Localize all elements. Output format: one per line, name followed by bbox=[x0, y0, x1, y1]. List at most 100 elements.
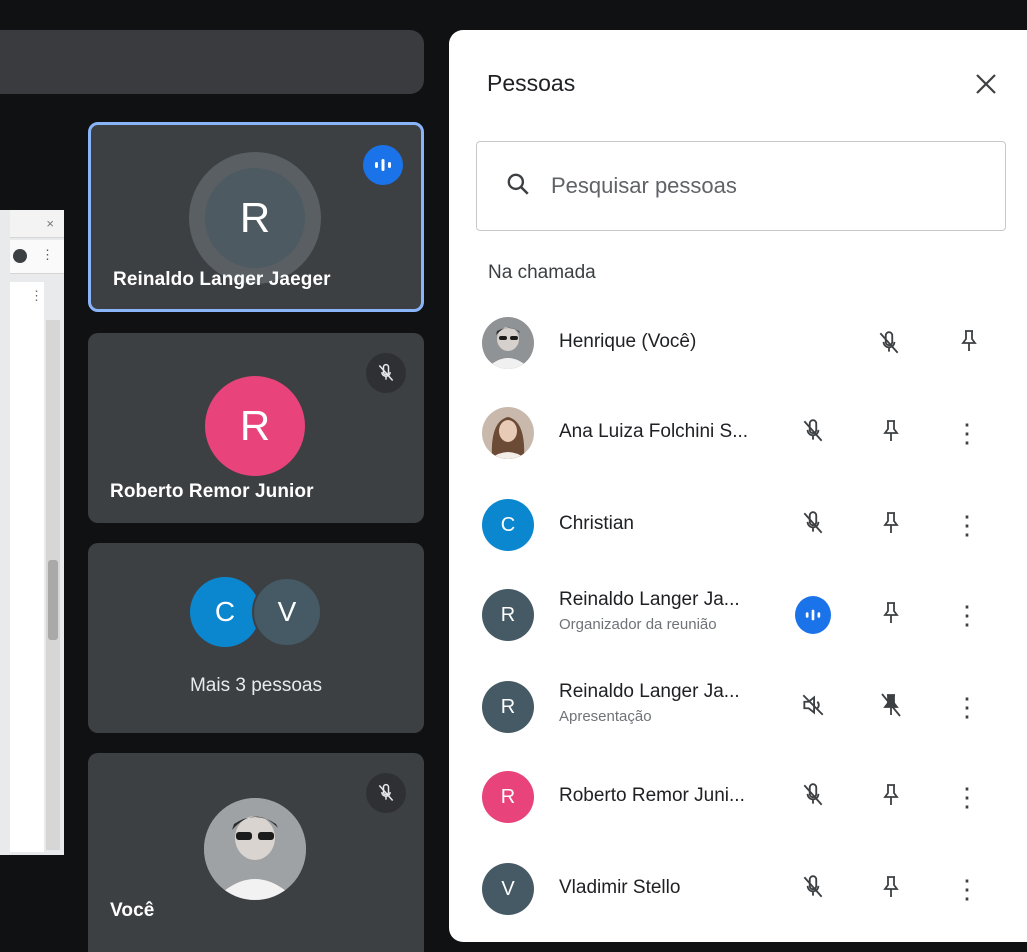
document-area bbox=[10, 282, 44, 852]
more-vert-icon: ⋮ bbox=[954, 782, 980, 812]
pin-icon bbox=[879, 600, 903, 631]
avatar-initial: C bbox=[500, 513, 516, 536]
avatar-initial: V bbox=[501, 877, 515, 900]
pin-off-icon bbox=[879, 692, 903, 723]
search-input[interactable] bbox=[551, 164, 971, 208]
more-participants-label: Mais 3 pessoas bbox=[189, 675, 322, 696]
self-tile[interactable]: Você bbox=[88, 753, 424, 952]
avatar: C bbox=[190, 577, 260, 647]
shared-screen-preview: × ⋮ ⋮ bbox=[0, 210, 64, 855]
avatar bbox=[482, 407, 534, 459]
pin-button[interactable] bbox=[873, 871, 909, 907]
pin-button[interactable] bbox=[873, 779, 909, 815]
participant-row[interactable]: Henrique (Você) bbox=[449, 298, 1027, 388]
participant-name: Vladimir Stello bbox=[559, 877, 681, 898]
participant-tile-reinaldo[interactable]: R Reinaldo Langer Jaeger bbox=[88, 122, 424, 312]
more-options-button[interactable]: ⋮ bbox=[949, 597, 985, 633]
avatar bbox=[482, 317, 534, 369]
participant-role: Organizador da reunião bbox=[559, 616, 717, 633]
participant-row[interactable]: Ana Luiza Folchini S... ⋮ bbox=[449, 388, 1027, 478]
more-vert-icon: ⋮ bbox=[954, 600, 980, 630]
pin-button[interactable] bbox=[873, 415, 909, 451]
participant-name: Roberto Remor Juni... bbox=[559, 785, 745, 806]
meeting-top-bar bbox=[0, 30, 424, 94]
scrollbar[interactable] bbox=[46, 320, 60, 850]
pin-icon bbox=[879, 874, 903, 905]
speaking-icon bbox=[363, 145, 403, 185]
more-participants-tile[interactable]: C V Mais 3 pessoas bbox=[88, 543, 424, 733]
audio-status bbox=[795, 507, 831, 543]
avatar bbox=[204, 798, 306, 900]
participant-row[interactable]: R Reinaldo Langer Ja... Organizador da reu… bbox=[449, 570, 1027, 660]
more-vert-icon: ⋮ bbox=[30, 288, 43, 303]
more-vert-icon: ⋮ bbox=[41, 247, 54, 262]
search-icon bbox=[507, 173, 529, 195]
mic-off-icon bbox=[800, 782, 826, 813]
search-field[interactable] bbox=[476, 141, 1006, 231]
close-icon bbox=[976, 74, 996, 94]
participant-row[interactable]: V Vladimir Stello ⋮ bbox=[449, 844, 1027, 934]
pin-icon bbox=[879, 418, 903, 449]
participant-row[interactable]: R Roberto Remor Juni... ⋮ bbox=[449, 752, 1027, 842]
panel-title: Pessoas bbox=[487, 70, 576, 96]
audio-status bbox=[795, 871, 831, 907]
audio-status bbox=[795, 689, 831, 725]
avatar: R bbox=[482, 771, 534, 823]
mic-off-icon bbox=[800, 418, 826, 449]
mic-off-icon bbox=[366, 773, 406, 813]
participant-role: Apresentação bbox=[559, 708, 652, 725]
more-vert-icon: ⋮ bbox=[954, 418, 980, 448]
close-icon: × bbox=[46, 216, 54, 231]
pin-icon bbox=[879, 510, 903, 541]
audio-status bbox=[795, 596, 831, 634]
avatar: C bbox=[482, 499, 534, 551]
avatar: R bbox=[482, 681, 534, 733]
participant-row[interactable]: C Christian ⋮ bbox=[449, 480, 1027, 570]
participant-name: Christian bbox=[559, 513, 634, 534]
participant-tile-roberto[interactable]: R Roberto Remor Junior bbox=[88, 333, 424, 523]
profile-icon bbox=[13, 249, 27, 263]
more-options-button[interactable]: ⋮ bbox=[949, 779, 985, 815]
pin-icon bbox=[879, 782, 903, 813]
mic-off-icon bbox=[871, 325, 907, 361]
participant-name: Ana Luiza Folchini S... bbox=[559, 421, 749, 442]
participant-name: Reinaldo Langer Jaeger bbox=[113, 269, 331, 290]
avatar-initial: R bbox=[500, 603, 516, 626]
more-options-button[interactable]: ⋮ bbox=[949, 415, 985, 451]
participant-name: Reinaldo Langer Ja... bbox=[559, 681, 740, 702]
audio-status bbox=[795, 415, 831, 451]
more-options-button[interactable]: ⋮ bbox=[949, 507, 985, 543]
more-vert-icon: ⋮ bbox=[954, 692, 980, 722]
pin-button[interactable] bbox=[951, 325, 987, 361]
mic-off-icon bbox=[366, 353, 406, 393]
avatar-initial: R bbox=[500, 785, 516, 808]
audio-status bbox=[795, 779, 831, 815]
browser-toolbar: ⋮ bbox=[10, 240, 64, 274]
more-vert-icon: ⋮ bbox=[954, 510, 980, 540]
avatar: R bbox=[482, 589, 534, 641]
close-button[interactable] bbox=[968, 66, 1004, 102]
people-panel: Pessoas Na chamada Henrique (Você) Ana Lu… bbox=[449, 30, 1027, 942]
participant-name: Reinaldo Langer Ja... bbox=[559, 589, 740, 610]
more-options-button[interactable]: ⋮ bbox=[949, 871, 985, 907]
avatar: V bbox=[482, 863, 534, 915]
avatar: V bbox=[252, 577, 322, 647]
avatar: R bbox=[205, 376, 305, 476]
avatar-initial: R bbox=[500, 695, 516, 718]
participant-row[interactable]: R Reinaldo Langer Ja... Apresentação ⋮ bbox=[449, 662, 1027, 752]
speaking-icon bbox=[795, 596, 831, 634]
mic-off-icon bbox=[800, 510, 826, 541]
pin-button[interactable] bbox=[873, 597, 909, 633]
mic-off-icon bbox=[800, 874, 826, 905]
participant-name: Você bbox=[110, 900, 155, 921]
more-options-button[interactable]: ⋮ bbox=[949, 689, 985, 725]
pin-icon bbox=[957, 328, 981, 359]
avatar: R bbox=[205, 168, 305, 268]
scrollbar-thumb[interactable] bbox=[48, 560, 58, 640]
participant-name: Henrique (Você) bbox=[559, 331, 697, 352]
pin-button[interactable] bbox=[873, 507, 909, 543]
browser-tab: × bbox=[10, 210, 64, 238]
pin-button[interactable] bbox=[873, 689, 909, 725]
volume-off-icon bbox=[800, 692, 826, 723]
more-vert-icon: ⋮ bbox=[954, 874, 980, 904]
